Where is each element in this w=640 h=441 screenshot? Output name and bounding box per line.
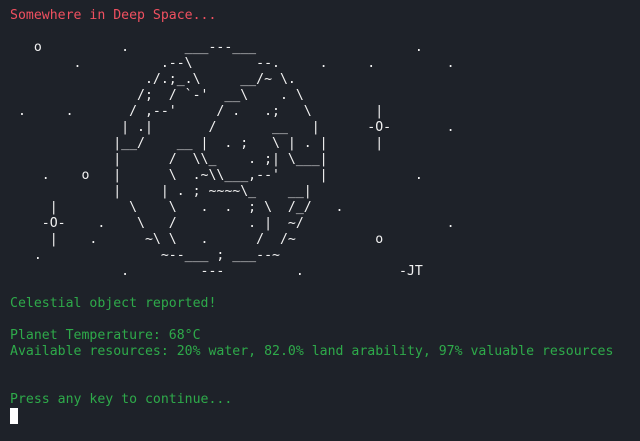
planet-ascii-art: o . ___---___ . . .--\ --. . . . ./.;_.\… (17, 40, 455, 279)
terminal-window[interactable]: Somewhere in Deep Space... o . ___---___… (0, 0, 640, 441)
header-text: Somewhere in Deep Space... (10, 8, 217, 23)
report-text: Celestial object reported! (10, 296, 217, 311)
continue-prompt: Press any key to continue... (10, 392, 233, 407)
resources-text: Available resources: 20% water, 82.0% la… (10, 344, 614, 359)
terminal-cursor[interactable] (10, 408, 18, 424)
input-line[interactable] (10, 408, 630, 424)
temperature-text: Planet Temperature: 68°C (10, 328, 201, 343)
